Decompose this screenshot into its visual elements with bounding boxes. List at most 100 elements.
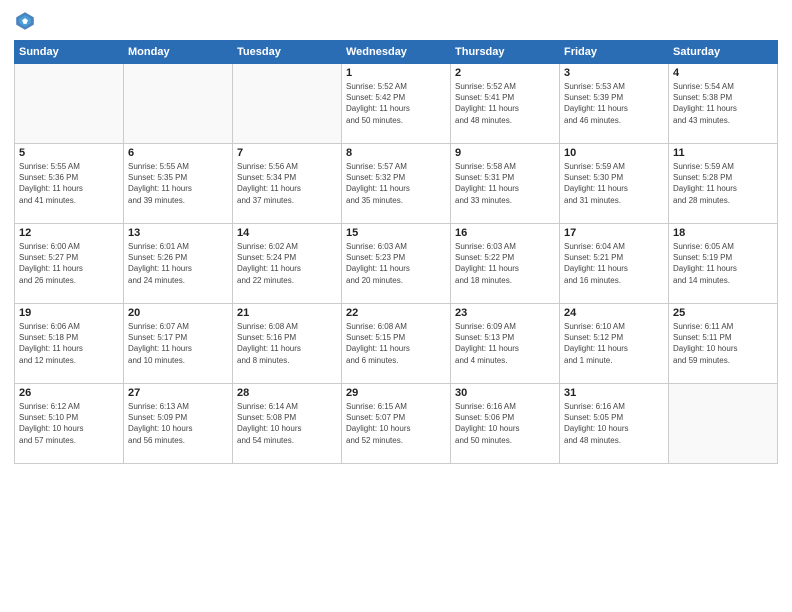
day-number: 11 [673,147,773,159]
day-number: 8 [346,147,446,159]
calendar-week-3: 12Sunrise: 6:00 AM Sunset: 5:27 PM Dayli… [15,224,778,304]
calendar-cell: 9 Sunrise: 5:58 AM Sunset: 5:31 PM Daylig… [451,144,560,224]
calendar-cell [124,64,233,144]
day-number: 21 [237,307,337,319]
day-info: Sunrise: 6:16 AM Sunset: 5:06 PM Dayligh… [455,401,555,446]
calendar: SundayMondayTuesdayWednesdayThursdayFrid… [14,40,778,464]
day-info: Sunrise: 6:02 AM Sunset: 5:24 PM Dayligh… [237,241,337,286]
day-info: Sunrise: 5:52 AM Sunset: 5:41 PM Dayligh… [455,81,555,126]
day-info: Sunrise: 6:09 AM Sunset: 5:13 PM Dayligh… [455,321,555,366]
day-info: Sunrise: 6:16 AM Sunset: 5:05 PM Dayligh… [564,401,664,446]
day-number: 31 [564,387,664,399]
calendar-cell: 18 Sunrise: 6:05 AM Sunset: 5:19 PM Dayli… [669,224,778,304]
day-info: Sunrise: 5:59 AM Sunset: 5:30 PM Dayligh… [564,161,664,206]
calendar-cell [669,384,778,464]
day-info: Sunrise: 6:03 AM Sunset: 5:22 PM Dayligh… [455,241,555,286]
calendar-cell: 13 Sunrise: 6:01 AM Sunset: 5:26 PM Dayli… [124,224,233,304]
day-number: 16 [455,227,555,239]
day-header-saturday: Saturday [669,41,778,64]
calendar-cell: 12Sunrise: 6:00 AM Sunset: 5:27 PM Dayli… [15,224,124,304]
day-number: 20 [128,307,228,319]
day-info: Sunrise: 6:13 AM Sunset: 5:09 PM Dayligh… [128,401,228,446]
day-number: 24 [564,307,664,319]
calendar-cell: 25Sunrise: 6:11 AM Sunset: 5:11 PM Dayli… [669,304,778,384]
calendar-cell: 29Sunrise: 6:15 AM Sunset: 5:07 PM Dayli… [342,384,451,464]
day-header-friday: Friday [560,41,669,64]
calendar-cell: 16 Sunrise: 6:03 AM Sunset: 5:22 PM Dayli… [451,224,560,304]
calendar-cell: 31 Sunrise: 6:16 AM Sunset: 5:05 PM Dayli… [560,384,669,464]
day-info: Sunrise: 6:14 AM Sunset: 5:08 PM Dayligh… [237,401,337,446]
day-number: 26 [19,387,119,399]
day-number: 4 [673,67,773,79]
calendar-cell: 15Sunrise: 6:03 AM Sunset: 5:23 PM Dayli… [342,224,451,304]
calendar-cell: 26 Sunrise: 6:12 AM Sunset: 5:10 PM Dayli… [15,384,124,464]
day-info: Sunrise: 5:57 AM Sunset: 5:32 PM Dayligh… [346,161,446,206]
day-info: Sunrise: 6:08 AM Sunset: 5:16 PM Dayligh… [237,321,337,366]
day-number: 13 [128,227,228,239]
calendar-cell: 7 Sunrise: 5:56 AM Sunset: 5:34 PM Daylig… [233,144,342,224]
calendar-cell: 4 Sunrise: 5:54 AM Sunset: 5:38 PM Daylig… [669,64,778,144]
day-number: 10 [564,147,664,159]
calendar-week-2: 5Sunrise: 5:55 AM Sunset: 5:36 PM Daylig… [15,144,778,224]
calendar-header-row: SundayMondayTuesdayWednesdayThursdayFrid… [15,41,778,64]
day-info: Sunrise: 5:58 AM Sunset: 5:31 PM Dayligh… [455,161,555,206]
day-number: 17 [564,227,664,239]
day-header-wednesday: Wednesday [342,41,451,64]
day-info: Sunrise: 6:01 AM Sunset: 5:26 PM Dayligh… [128,241,228,286]
day-number: 9 [455,147,555,159]
day-header-thursday: Thursday [451,41,560,64]
day-info: Sunrise: 5:55 AM Sunset: 5:35 PM Dayligh… [128,161,228,206]
day-number: 19 [19,307,119,319]
calendar-week-1: 1Sunrise: 5:52 AM Sunset: 5:42 PM Daylig… [15,64,778,144]
calendar-cell: 17 Sunrise: 6:04 AM Sunset: 5:21 PM Dayli… [560,224,669,304]
logo-icon [14,10,36,32]
day-header-sunday: Sunday [15,41,124,64]
day-info: Sunrise: 5:52 AM Sunset: 5:42 PM Dayligh… [346,81,446,126]
calendar-cell: 1Sunrise: 5:52 AM Sunset: 5:42 PM Daylig… [342,64,451,144]
calendar-cell [233,64,342,144]
day-number: 22 [346,307,446,319]
day-info: Sunrise: 6:00 AM Sunset: 5:27 PM Dayligh… [19,241,119,286]
day-info: Sunrise: 6:07 AM Sunset: 5:17 PM Dayligh… [128,321,228,366]
calendar-cell: 27 Sunrise: 6:13 AM Sunset: 5:09 PM Dayli… [124,384,233,464]
day-info: Sunrise: 5:56 AM Sunset: 5:34 PM Dayligh… [237,161,337,206]
day-number: 7 [237,147,337,159]
calendar-cell: 30 Sunrise: 6:16 AM Sunset: 5:06 PM Dayli… [451,384,560,464]
day-number: 14 [237,227,337,239]
day-number: 3 [564,67,664,79]
calendar-cell: 21 Sunrise: 6:08 AM Sunset: 5:16 PM Dayli… [233,304,342,384]
calendar-cell: 28 Sunrise: 6:14 AM Sunset: 5:08 PM Dayli… [233,384,342,464]
calendar-cell: 20 Sunrise: 6:07 AM Sunset: 5:17 PM Dayli… [124,304,233,384]
day-number: 2 [455,67,555,79]
day-info: Sunrise: 6:12 AM Sunset: 5:10 PM Dayligh… [19,401,119,446]
day-number: 28 [237,387,337,399]
day-number: 18 [673,227,773,239]
calendar-cell: 6Sunrise: 5:55 AM Sunset: 5:35 PM Daylig… [124,144,233,224]
day-number: 27 [128,387,228,399]
page: SundayMondayTuesdayWednesdayThursdayFrid… [0,0,792,612]
day-number: 23 [455,307,555,319]
calendar-cell: 24 Sunrise: 6:10 AM Sunset: 5:12 PM Dayli… [560,304,669,384]
day-number: 15 [346,227,446,239]
calendar-cell: 11 Sunrise: 5:59 AM Sunset: 5:28 PM Dayli… [669,144,778,224]
day-info: Sunrise: 5:59 AM Sunset: 5:28 PM Dayligh… [673,161,773,206]
day-info: Sunrise: 6:04 AM Sunset: 5:21 PM Dayligh… [564,241,664,286]
calendar-cell: 2 Sunrise: 5:52 AM Sunset: 5:41 PM Daylig… [451,64,560,144]
day-info: Sunrise: 6:08 AM Sunset: 5:15 PM Dayligh… [346,321,446,366]
day-info: Sunrise: 6:15 AM Sunset: 5:07 PM Dayligh… [346,401,446,446]
day-info: Sunrise: 5:55 AM Sunset: 5:36 PM Dayligh… [19,161,119,206]
day-info: Sunrise: 6:05 AM Sunset: 5:19 PM Dayligh… [673,241,773,286]
calendar-cell: 22 Sunrise: 6:08 AM Sunset: 5:15 PM Dayli… [342,304,451,384]
calendar-cell: 10 Sunrise: 5:59 AM Sunset: 5:30 PM Dayli… [560,144,669,224]
calendar-cell: 23 Sunrise: 6:09 AM Sunset: 5:13 PM Dayli… [451,304,560,384]
day-info: Sunrise: 6:11 AM Sunset: 5:11 PM Dayligh… [673,321,773,366]
day-header-tuesday: Tuesday [233,41,342,64]
day-info: Sunrise: 5:53 AM Sunset: 5:39 PM Dayligh… [564,81,664,126]
day-info: Sunrise: 6:10 AM Sunset: 5:12 PM Dayligh… [564,321,664,366]
day-info: Sunrise: 5:54 AM Sunset: 5:38 PM Dayligh… [673,81,773,126]
header [14,10,778,32]
day-number: 30 [455,387,555,399]
logo [14,10,40,32]
day-header-monday: Monday [124,41,233,64]
calendar-cell [15,64,124,144]
